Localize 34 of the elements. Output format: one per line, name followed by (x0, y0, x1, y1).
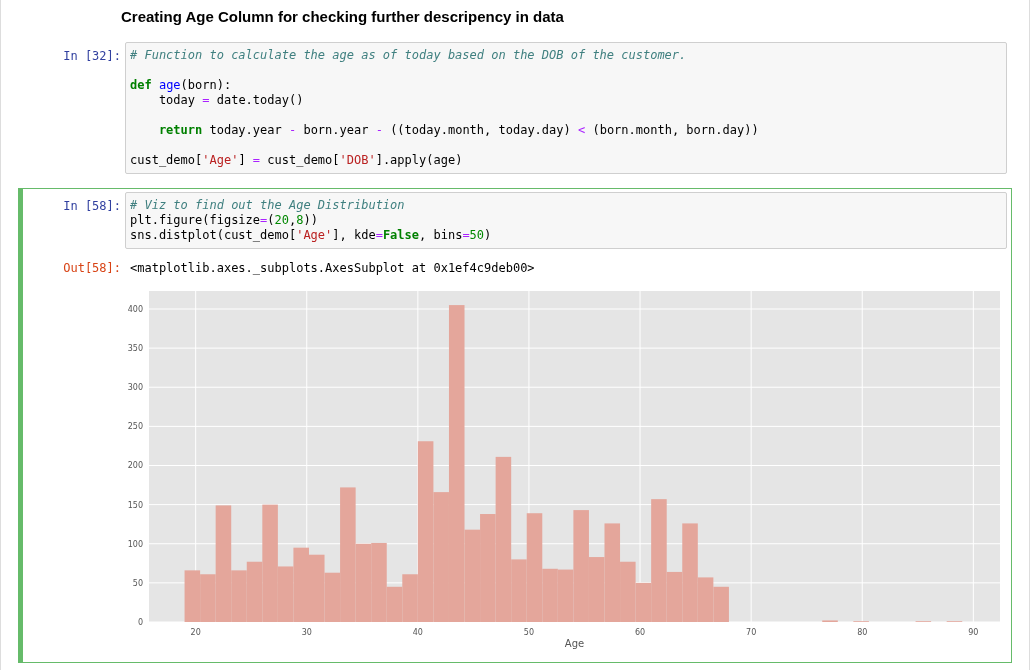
output-prompt: Out[58]: (62, 260, 122, 275)
code-line: today = date.today() (157, 93, 305, 108)
input-prompt: In [58]: (62, 198, 122, 213)
axis-tick-label: 70 (746, 628, 757, 637)
axis-tick-label: 50 (132, 578, 143, 588)
heading: Creating Age Column for checking further descripency in data (121, 7, 565, 27)
axis-tick-label: 20 (190, 628, 201, 637)
code-editor[interactable] (125, 42, 1007, 174)
axis-tick-label: 350 (127, 344, 143, 354)
axis-tick-label: 200 (127, 461, 143, 471)
code-line: def age(born): (130, 78, 233, 93)
code-line: return today.year - born.year - ((today.month, today.day) < (born.month, born.day)) (157, 123, 760, 138)
code-line: # Viz to find out the Age Distribution (130, 198, 406, 213)
axis-tick-label: 90 (968, 628, 979, 637)
output-text: <matplotlib.axes._subplots.AxesSubplot at 0x1ef4c9deb00> (129, 260, 536, 277)
code-line: cust_demo['Age'] = cust_demo['DOB'].apply(age) (130, 153, 464, 168)
axis-tick-label: 50 (523, 628, 535, 637)
axis-tick-label: 30 (301, 628, 312, 637)
axis-tick-label: 40 (412, 628, 423, 637)
code-line: sns.distplot(cust_demo['Age'], kde=False, bins=50) (130, 228, 493, 243)
axis-tick-label: 150 (127, 500, 143, 510)
axis-tick-label: 400 (127, 305, 143, 314)
axis-tick-label: 60 (634, 628, 646, 637)
axis-tick-label: 100 (127, 539, 143, 549)
code-line: plt.figure(figsize=(20,8)) (130, 213, 319, 228)
input-prompt: In [32]: (62, 48, 122, 63)
code-editor[interactable]: # Viz to find out the Age Distribution plt.figure(figsize=(20,8)) sns.distplot(cust_demo['Age'], kde=False, bins=50) (125, 192, 1007, 249)
histogram-bar (713, 586, 729, 622)
axis-tick-label: 80 (857, 628, 868, 637)
axis-tick-label: 0 (137, 618, 143, 627)
axis-tick-label: 300 (127, 383, 143, 393)
code-line: # Function to calculate the age as of today based on the DOB of the customer. (130, 48, 688, 63)
axis-tick-label: 250 (127, 422, 143, 432)
axis-label: Age (564, 638, 585, 649)
